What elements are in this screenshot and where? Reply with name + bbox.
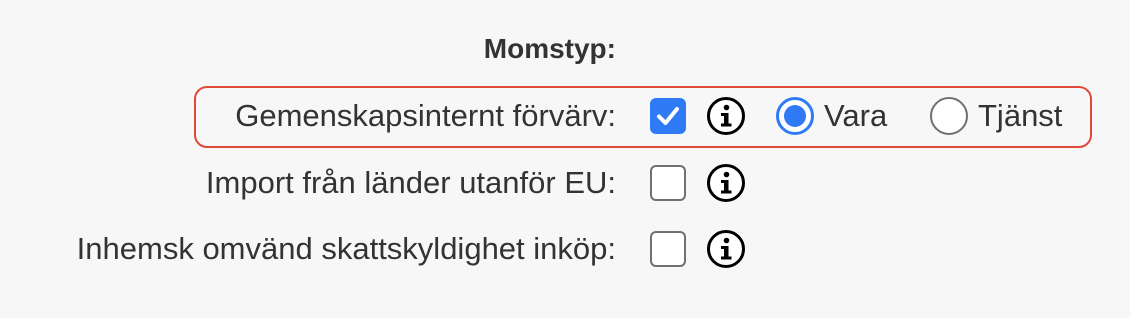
radio-label-vara: Vara <box>824 98 888 133</box>
import-non-eu-checkbox[interactable] <box>650 165 686 201</box>
vat-row-intra-community: Gemenskapsinternt förvärv: Vara Tjänst <box>0 88 1130 144</box>
row-label: Gemenskapsinternt förvärv: <box>235 98 616 133</box>
info-circle-icon[interactable] <box>706 96 746 136</box>
row-label: Inhemsk omvänd skattskyldighet inköp: <box>76 231 616 266</box>
domestic-reverse-charge-checkbox[interactable] <box>650 231 686 267</box>
info-circle-icon[interactable] <box>706 229 746 269</box>
section-title: Momstyp: <box>483 33 616 64</box>
radio-button-vara[interactable] <box>776 97 814 135</box>
radio-button-tjanst[interactable] <box>930 97 968 135</box>
vat-row-import-non-eu: Import från länder utanför EU: <box>0 155 1130 211</box>
vat-row-domestic-reverse-charge: Inhemsk omvänd skattskyldighet inköp: <box>0 221 1130 277</box>
row-label: Import från länder utanför EU: <box>205 165 616 200</box>
intra-community-checkbox[interactable] <box>650 98 686 134</box>
info-circle-icon[interactable] <box>706 163 746 203</box>
checkmark-icon <box>657 107 679 125</box>
radio-label-tjanst: Tjänst <box>978 98 1063 133</box>
